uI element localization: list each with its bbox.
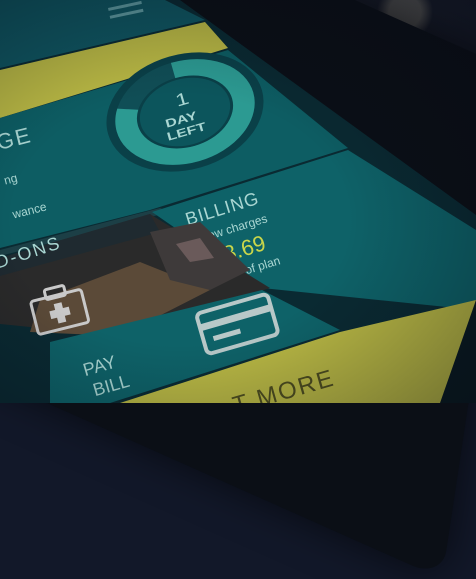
- phone-screen: GE ng wance 1 DAY LEFT BILLING New charg…: [0, 0, 476, 403]
- screen-svg: GE ng wance 1 DAY LEFT BILLING New charg…: [0, 0, 476, 403]
